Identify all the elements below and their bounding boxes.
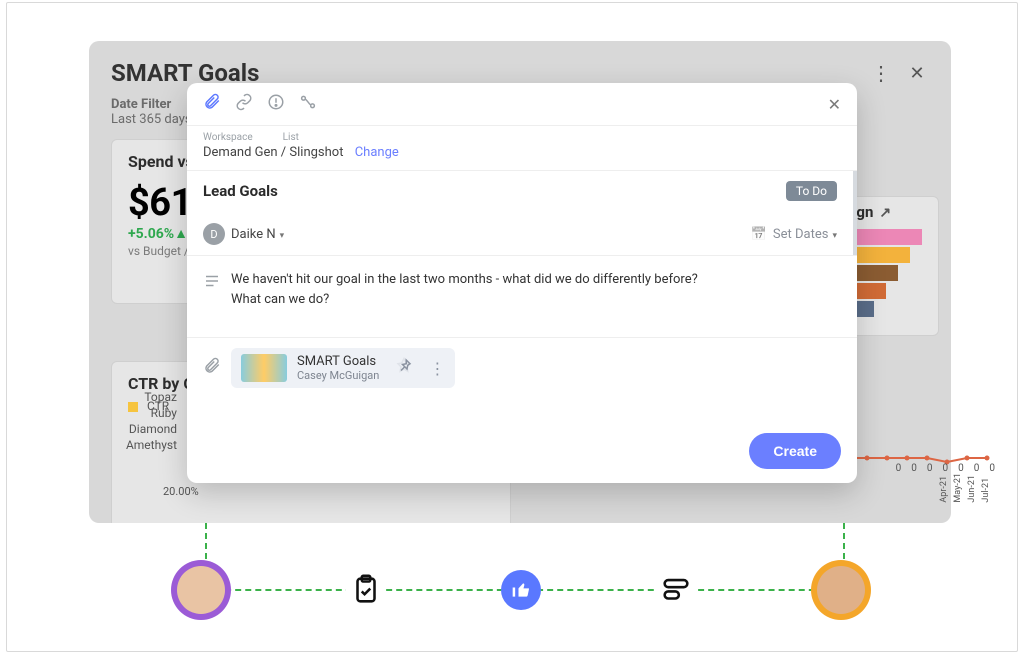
attachment-row: SMART Goals Casey McGuigan ⋮ [187,337,857,398]
ylabel-3: Amethyst [117,437,177,453]
ctr-percent: 20.00% [163,485,199,498]
clip-icon[interactable] [203,357,221,379]
more-icon[interactable] [869,61,893,85]
description-line1: We haven't hit our goal in the last two … [231,270,698,290]
crumb-label-list: List [283,132,299,143]
avatar-right [811,560,871,620]
crumb-sep: / [281,145,286,160]
change-link[interactable]: Change [355,145,399,160]
dependency-icon[interactable] [299,93,317,115]
breadcrumb: Workspace List Demand Gen / Slingshot Ch… [187,126,857,171]
task-title[interactable]: Lead Goals [203,182,278,200]
pin-icon[interactable] [395,357,413,379]
date-filter-label: Date Filter [111,97,171,112]
ylabel-1: Ruby [117,405,177,421]
expand-icon[interactable] [879,203,891,221]
close-modal-icon[interactable]: ✕ [828,95,841,114]
clipboard-check-icon [346,570,386,610]
spark-x-dates: Apr-21 May-21 Jun-21 Jul-21 [939,473,991,503]
description-line2: What can we do? [231,290,698,310]
status-badge[interactable]: To Do [786,181,837,201]
attachment-more-icon[interactable]: ⋮ [429,359,445,378]
attachment-thumb [241,354,287,382]
modal-body: Lead Goals To Do D Daike N Set Dates [187,171,857,255]
create-button[interactable]: Create [749,433,841,469]
crumb-list[interactable]: Slingshot [289,145,343,160]
ylabel-2: Diamond [117,421,177,437]
date-filter-value: Last 365 days [111,112,192,127]
outer-frame: SMART Goals Date Filter Last 365 days Sp… [6,2,1018,652]
task-stack-icon [656,570,696,610]
description-icon [203,272,221,309]
description-block[interactable]: We haven't hit our goal in the last two … [187,255,857,313]
task-modal: ✕ Workspace List Demand Gen / Slingshot … [187,83,857,483]
set-dates-button[interactable]: Set Dates [751,227,837,242]
attachment-card[interactable]: SMART Goals Casey McGuigan ⋮ [231,348,455,388]
attachment-title: SMART Goals [297,354,379,369]
modal-toolbar: ✕ [187,83,857,126]
link-icon[interactable] [235,93,253,115]
ylabel-0: Topaz [117,389,177,405]
crumb-workspace[interactable]: Demand Gen [203,145,278,160]
priority-icon[interactable] [267,93,285,115]
avatar-left [171,560,231,620]
calendar-icon [751,227,767,242]
crumb-label-ws: Workspace [203,132,253,143]
assignee-name[interactable]: Daike N [231,227,284,242]
set-dates-label: Set Dates [773,227,837,242]
workflow-strip [171,555,871,625]
ctr-y-labels: Topaz Ruby Diamond Amethyst [117,389,177,453]
modal-footer: Create [187,423,857,483]
close-dashboard-icon[interactable] [905,61,929,85]
attachment-icon[interactable] [203,93,221,115]
attachment-author: Casey McGuigan [297,369,379,382]
assignee-avatar[interactable]: D [203,223,225,245]
thumbs-up-icon [501,570,541,610]
